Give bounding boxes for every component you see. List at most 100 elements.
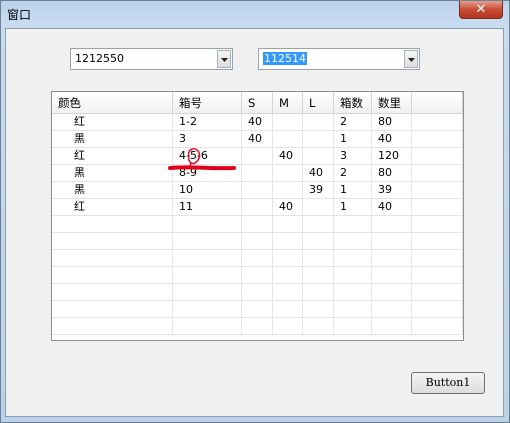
button1[interactable]: Button1 bbox=[411, 372, 485, 394]
table-cell[interactable] bbox=[303, 216, 334, 233]
table-cell[interactable] bbox=[52, 301, 173, 318]
table-cell[interactable] bbox=[273, 233, 303, 250]
table-cell[interactable]: 40 bbox=[372, 199, 412, 216]
table-cell[interactable]: 1 bbox=[334, 182, 372, 199]
table-cell[interactable]: 40 bbox=[303, 165, 334, 182]
table-cell[interactable] bbox=[334, 233, 372, 250]
table-cell[interactable]: 40 bbox=[242, 131, 273, 148]
empty-row[interactable] bbox=[52, 250, 463, 267]
table-cell[interactable] bbox=[242, 301, 273, 318]
table-cell[interactable] bbox=[412, 182, 463, 199]
empty-row[interactable] bbox=[52, 318, 463, 335]
data-grid[interactable]: 颜色 箱号 S M L 箱数 数里 红 1-2 40 2 80 黑 3 40 1 40 红 4-5-6 40 3 120… bbox=[51, 91, 464, 341]
table-cell[interactable] bbox=[303, 148, 334, 165]
column-header[interactable]: 箱数 bbox=[334, 92, 372, 114]
table-cell[interactable] bbox=[412, 199, 463, 216]
table-cell[interactable] bbox=[273, 182, 303, 199]
empty-row[interactable] bbox=[52, 216, 463, 233]
empty-row[interactable] bbox=[52, 301, 463, 318]
table-cell[interactable] bbox=[242, 182, 273, 199]
table-cell[interactable]: 10 bbox=[173, 182, 242, 199]
table-cell[interactable] bbox=[303, 301, 334, 318]
table-cell[interactable] bbox=[334, 216, 372, 233]
table-cell[interactable]: 3 bbox=[334, 148, 372, 165]
table-cell[interactable] bbox=[334, 301, 372, 318]
table-cell[interactable] bbox=[173, 301, 242, 318]
table-cell[interactable] bbox=[273, 114, 303, 131]
table-cell[interactable] bbox=[412, 301, 463, 318]
table-cell[interactable] bbox=[303, 199, 334, 216]
table-cell[interactable] bbox=[372, 301, 412, 318]
table-cell[interactable]: 11 bbox=[173, 199, 242, 216]
table-cell[interactable] bbox=[372, 267, 412, 284]
table-cell[interactable]: 1-2 bbox=[173, 114, 242, 131]
table-cell[interactable] bbox=[412, 131, 463, 148]
table-cell[interactable]: 39 bbox=[303, 182, 334, 199]
combo-right-dropdown-button[interactable] bbox=[404, 50, 418, 68]
table-cell[interactable] bbox=[242, 233, 273, 250]
table-cell[interactable] bbox=[273, 131, 303, 148]
table-cell[interactable] bbox=[242, 148, 273, 165]
table-cell[interactable] bbox=[273, 284, 303, 301]
table-cell[interactable]: 39 bbox=[372, 182, 412, 199]
title-bar[interactable]: 窗口 ✕ bbox=[1, 1, 509, 27]
table-cell[interactable]: 80 bbox=[372, 114, 412, 131]
table-cell[interactable] bbox=[242, 216, 273, 233]
table-cell[interactable] bbox=[52, 284, 173, 301]
table-cell[interactable] bbox=[273, 216, 303, 233]
table-cell[interactable]: 黑 bbox=[52, 182, 173, 199]
table-cell[interactable] bbox=[303, 131, 334, 148]
column-header[interactable]: S bbox=[242, 92, 273, 114]
close-button[interactable]: ✕ bbox=[459, 1, 503, 19]
combo-right[interactable]: 112514 bbox=[258, 48, 420, 70]
table-cell[interactable] bbox=[173, 250, 242, 267]
table-cell[interactable] bbox=[412, 114, 463, 131]
table-cell[interactable] bbox=[273, 318, 303, 335]
table-cell[interactable]: 2 bbox=[334, 114, 372, 131]
table-row[interactable]: 黑 10 39 1 39 bbox=[52, 182, 463, 199]
table-cell[interactable] bbox=[334, 318, 372, 335]
table-cell[interactable]: 40 bbox=[242, 114, 273, 131]
column-header[interactable]: L bbox=[303, 92, 334, 114]
empty-row[interactable] bbox=[52, 284, 463, 301]
table-cell[interactable] bbox=[242, 284, 273, 301]
table-cell[interactable] bbox=[303, 114, 334, 131]
table-cell[interactable] bbox=[334, 267, 372, 284]
table-cell[interactable] bbox=[273, 250, 303, 267]
table-cell[interactable]: 40 bbox=[273, 148, 303, 165]
table-cell[interactable] bbox=[173, 267, 242, 284]
table-cell[interactable]: 1 bbox=[334, 199, 372, 216]
table-cell[interactable] bbox=[52, 267, 173, 284]
table-cell[interactable]: 黑 bbox=[52, 165, 173, 182]
table-cell[interactable]: 2 bbox=[334, 165, 372, 182]
table-cell[interactable] bbox=[412, 148, 463, 165]
table-cell[interactable] bbox=[372, 250, 412, 267]
table-row[interactable]: 黑 3 40 1 40 bbox=[52, 131, 463, 148]
empty-row[interactable] bbox=[52, 233, 463, 250]
table-cell[interactable] bbox=[242, 318, 273, 335]
table-cell[interactable] bbox=[173, 233, 242, 250]
table-cell[interactable] bbox=[52, 318, 173, 335]
table-cell[interactable]: 红 bbox=[52, 114, 173, 131]
table-cell[interactable] bbox=[273, 267, 303, 284]
table-cell[interactable] bbox=[412, 318, 463, 335]
table-cell[interactable] bbox=[412, 267, 463, 284]
table-row[interactable]: 黑 8-9 40 2 80 bbox=[52, 165, 463, 182]
table-cell[interactable] bbox=[52, 233, 173, 250]
table-cell[interactable] bbox=[52, 216, 173, 233]
table-row[interactable]: 红 11 40 1 40 bbox=[52, 199, 463, 216]
table-cell[interactable] bbox=[303, 284, 334, 301]
table-cell[interactable] bbox=[242, 199, 273, 216]
table-cell[interactable] bbox=[372, 284, 412, 301]
table-cell[interactable] bbox=[52, 250, 173, 267]
table-cell[interactable] bbox=[334, 284, 372, 301]
table-cell[interactable]: 4-5-6 bbox=[173, 148, 242, 165]
combo-left[interactable]: 1212550 bbox=[70, 48, 233, 70]
table-cell[interactable]: 1 bbox=[334, 131, 372, 148]
combo-left-dropdown-button[interactable] bbox=[217, 50, 231, 68]
table-cell[interactable] bbox=[173, 318, 242, 335]
table-cell[interactable]: 红 bbox=[52, 199, 173, 216]
table-cell[interactable] bbox=[303, 233, 334, 250]
table-cell[interactable] bbox=[412, 165, 463, 182]
table-cell[interactable]: 8-9 bbox=[173, 165, 242, 182]
